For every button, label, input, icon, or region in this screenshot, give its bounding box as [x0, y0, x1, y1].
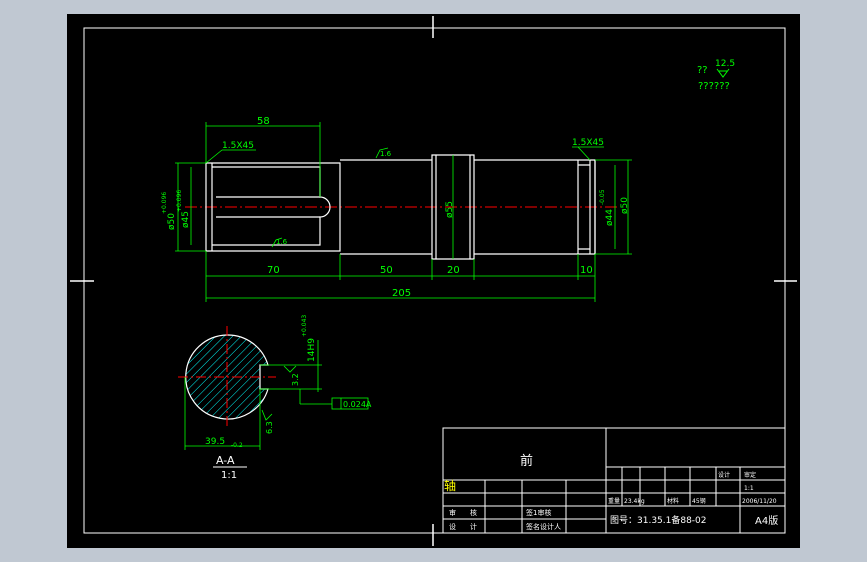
drawing-number: 图号：31.35.1备88-02	[610, 514, 707, 526]
dia-collar: ø55	[445, 201, 455, 218]
sheet-size: A4版	[755, 514, 778, 527]
r1-c6: 审定	[744, 471, 756, 479]
r3-c1: 重量	[608, 497, 620, 505]
r3-c3: 材料	[667, 497, 679, 505]
dim-seg2: 50	[380, 265, 393, 276]
dia-right-inner-tol: -0.05	[599, 189, 606, 205]
dia-left-outer-tol: +0.096	[161, 192, 168, 214]
chamfer-right-label: 1.5X45	[572, 138, 604, 148]
r1-c5: 设计	[718, 471, 730, 479]
roughness-bottom: 6.3	[265, 421, 274, 434]
dia-right-inner: ø44	[605, 209, 615, 226]
roughness-surface-1: 1.6	[380, 150, 392, 158]
dim-keyway-length: 58	[257, 116, 270, 127]
dim-seg4: 10	[580, 265, 593, 276]
key-width: 14H9	[307, 338, 317, 362]
roughness-note: ??????	[698, 81, 730, 92]
side-stamp: 轴	[444, 478, 456, 493]
roughness-value: 12.5	[715, 59, 735, 69]
chamfer-left-label: 1.5X45	[222, 141, 254, 151]
roughness-surface-2: 1.6	[276, 238, 288, 246]
depth-dim: 39.5	[205, 437, 225, 447]
roughness-side: 3.2	[291, 373, 300, 386]
r3-c4: 45钢	[692, 497, 706, 505]
dia-right-outer: ø50	[620, 197, 630, 214]
dia-left-outer: ø50	[167, 213, 177, 230]
dia-left-key: ø45	[181, 211, 191, 228]
left-row2-c2: 计	[470, 522, 477, 531]
symmetry-tolerance: 0.024A	[343, 400, 372, 409]
left-row2-c1: 设	[449, 522, 456, 531]
left-row1-c1: 审	[449, 508, 456, 517]
dim-seg3: 20	[447, 265, 460, 276]
dim-total: 205	[392, 288, 411, 299]
left-row1-c4: 签1审核	[526, 508, 551, 517]
key-width-tol: +0.043	[301, 315, 308, 337]
left-row2-c4: 签名设计人	[526, 522, 561, 531]
depth-tol: -0.2	[231, 442, 243, 449]
dia-left-key-tol: +0.096	[176, 190, 183, 212]
dim-seg1: 70	[267, 265, 280, 276]
roughness-mark: ??	[697, 65, 708, 76]
r2-c6: 1:1	[744, 485, 754, 492]
r3-c2: 23.4kg	[624, 498, 645, 505]
r3-c6: 2006/11/20	[742, 498, 777, 505]
left-row1-c2: 核	[470, 508, 477, 517]
section-label: A-A	[216, 454, 235, 467]
part-name: 前	[520, 453, 533, 469]
section-scale: 1:1	[221, 470, 237, 481]
drawing-canvas: ?? 12.5 ?????? 58 1.5X45 1.5X45 70 50 20…	[67, 14, 800, 548]
